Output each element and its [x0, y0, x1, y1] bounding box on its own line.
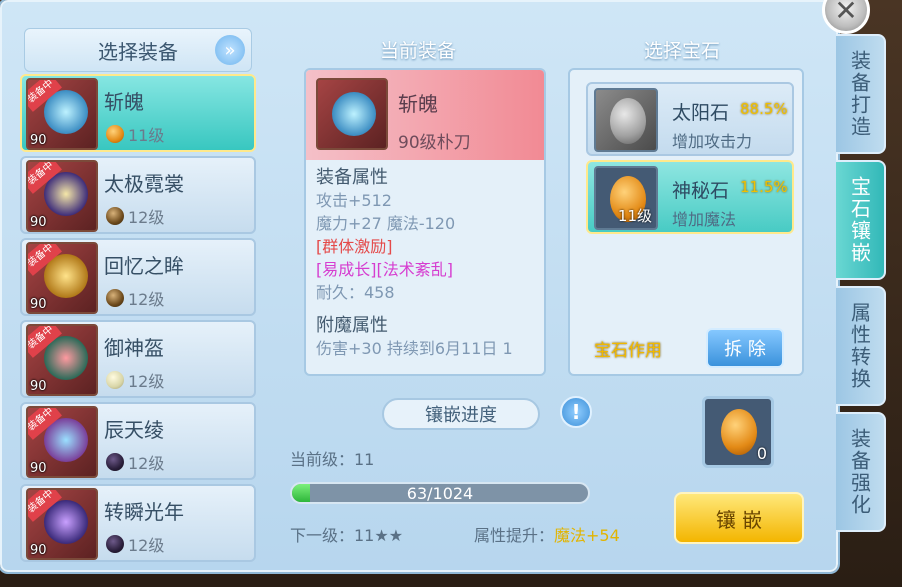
- sun-stone-icon: [594, 88, 658, 152]
- gem-effect-link[interactable]: 宝石作用: [594, 336, 662, 361]
- mystic-stone-icon: 11级: [594, 166, 658, 230]
- equipment-name: 转瞬光年: [104, 500, 184, 524]
- gem-inlay-panel: 选择装备 » 装备中 90 斩魄 11级 装备中 90 太极霓裳 12级 装备中…: [0, 0, 838, 572]
- special-skill: [易成长][法术紊乱]: [316, 260, 453, 279]
- inlay-button[interactable]: 镶 嵌: [674, 492, 804, 544]
- attack-attr: 攻击+512: [316, 191, 392, 210]
- gem-icon: [106, 371, 124, 389]
- gem-description: 增加魔法: [672, 210, 737, 229]
- attributes-heading: 装备属性: [316, 167, 388, 188]
- gem-chance: 11.5%: [740, 178, 788, 196]
- mystic-stone-icon: [721, 409, 757, 455]
- gem-level: 12级: [128, 372, 165, 391]
- equipment-name: 御神盔: [104, 336, 164, 360]
- progress-text: 63/1024: [406, 483, 474, 503]
- tab-gem-inlay[interactable]: 宝石镶嵌: [836, 160, 886, 280]
- equipment-list: 装备中 90 斩魄 11级 装备中 90 太极霓裳 12级 装备中 90 回忆之…: [20, 74, 256, 566]
- gem-icon: [106, 207, 124, 225]
- equipment-item[interactable]: 装备中 90 太极霓裳 12级: [20, 156, 256, 234]
- select-gem-title: 选择宝石: [644, 40, 721, 62]
- equipment-item[interactable]: 装备中 90 转瞬光年 12级: [20, 484, 256, 562]
- gem-description: 增加攻击力: [672, 132, 753, 151]
- gem-count: 0: [756, 444, 767, 463]
- item-level: 90: [30, 379, 47, 394]
- gem-level: 12级: [128, 536, 165, 555]
- gem-chance: 88.5%: [740, 100, 788, 118]
- current-equipment-card: 斩魄 90级朴刀 装备属性 攻击+512 魔力+27 魔法-120 [群体激励]…: [304, 68, 546, 376]
- attribute-increase: 属性提升：魔法+54: [474, 522, 620, 546]
- inlay-progress-bar: 63/1024: [290, 482, 590, 504]
- equipment-item[interactable]: 装备中 90 辰天绫 12级: [20, 402, 256, 480]
- current-level: 当前级：11: [290, 450, 375, 469]
- special-effect: [群体激励]: [316, 237, 393, 256]
- gem-icon: [106, 535, 124, 553]
- equipment-attributes: 装备属性 攻击+512 魔力+27 魔法-120 [群体激励] [易成长][法术…: [316, 166, 513, 360]
- item-level: 90: [30, 461, 47, 476]
- equipment-item[interactable]: 装备中 90 回忆之眸 12级: [20, 238, 256, 316]
- equipment-item[interactable]: 装备中 90 斩魄 11级: [20, 74, 256, 152]
- gem-selection-panel: 太阳石 88.5% 增加攻击力 11级 神秘石 11.5% 增加魔法 宝石作用 …: [568, 68, 804, 376]
- side-tab-bar: 装备打造 宝石镶嵌 属性转换 装备强化: [836, 34, 886, 538]
- gem-card-mystic[interactable]: 11级 神秘石 11.5% 增加魔法: [586, 160, 794, 234]
- item-level: 90: [30, 543, 47, 558]
- gem-name: 神秘石: [672, 180, 730, 202]
- item-level: 90: [30, 297, 47, 312]
- tab-attribute-convert[interactable]: 属性转换: [836, 286, 886, 406]
- double-chevron-right-icon[interactable]: »: [215, 35, 245, 65]
- equipment-gem: 12级: [106, 532, 164, 556]
- robe-icon: 装备中 90: [26, 160, 98, 232]
- gem-level: 12级: [128, 454, 165, 473]
- attribute-increase-value: 魔法+54: [554, 526, 620, 545]
- equipment-gem: 12级: [106, 204, 164, 228]
- equipment-type: 90级朴刀: [398, 133, 471, 153]
- equipment-name: 太极霓裳: [104, 172, 184, 196]
- gem-level: 12级: [128, 290, 165, 309]
- attribute-increase-label: 属性提升：: [474, 526, 555, 545]
- select-equipment-title: 选择装备: [98, 39, 178, 64]
- boots-icon: 装备中 90: [26, 488, 98, 560]
- necklace-icon: 装备中 90: [26, 242, 98, 314]
- inlay-progress-title: 镶嵌进度: [382, 398, 540, 430]
- item-level: 90: [30, 215, 47, 230]
- item-level: 90: [30, 133, 47, 148]
- gem-level: 11级: [128, 126, 165, 145]
- durability-attr: 耐久：458: [316, 283, 395, 302]
- gem-level: 11级: [617, 207, 652, 225]
- weapon-icon: [316, 78, 388, 150]
- sash-icon: 装备中 90: [26, 406, 98, 478]
- gem-icon: [106, 125, 124, 143]
- select-equipment-header: 选择装备 »: [24, 28, 252, 72]
- next-level: 下一级：11★★: [290, 526, 404, 545]
- remove-gem-button[interactable]: 拆 除: [706, 328, 784, 368]
- gem-slot[interactable]: 0: [702, 396, 774, 468]
- equipment-item[interactable]: 装备中 90 御神盔 12级: [20, 320, 256, 398]
- gem-card-sun[interactable]: 太阳石 88.5% 增加攻击力: [586, 82, 794, 156]
- enchant-heading: 附魔属性: [316, 315, 388, 336]
- tab-equipment-forge[interactable]: 装备打造: [836, 34, 886, 154]
- equipment-name: 斩魄: [398, 92, 438, 116]
- equipment-gem: 11级: [106, 122, 164, 146]
- gem-icon: [106, 289, 124, 307]
- equipment-gem: 12级: [106, 286, 164, 310]
- equipment-gem: 12级: [106, 368, 164, 392]
- weapon-icon: 装备中 90: [26, 78, 98, 150]
- gem-name: 太阳石: [672, 102, 730, 124]
- magic-attr: 魔力+27 魔法-120: [316, 214, 456, 233]
- equipment-name: 辰天绫: [104, 418, 164, 442]
- enchant-line: 伤害+30 持续到6月11日 1: [316, 339, 513, 358]
- help-icon[interactable]: !: [560, 396, 592, 428]
- equipment-name: 回忆之眸: [104, 254, 184, 278]
- current-equipment-title: 当前装备: [380, 40, 457, 62]
- equipment-gem: 12级: [106, 450, 164, 474]
- equipment-name: 斩魄: [104, 90, 144, 114]
- helmet-icon: 装备中 90: [26, 324, 98, 396]
- tab-equipment-enhance[interactable]: 装备强化: [836, 412, 886, 532]
- gem-icon: [106, 453, 124, 471]
- gem-level: 12级: [128, 208, 165, 227]
